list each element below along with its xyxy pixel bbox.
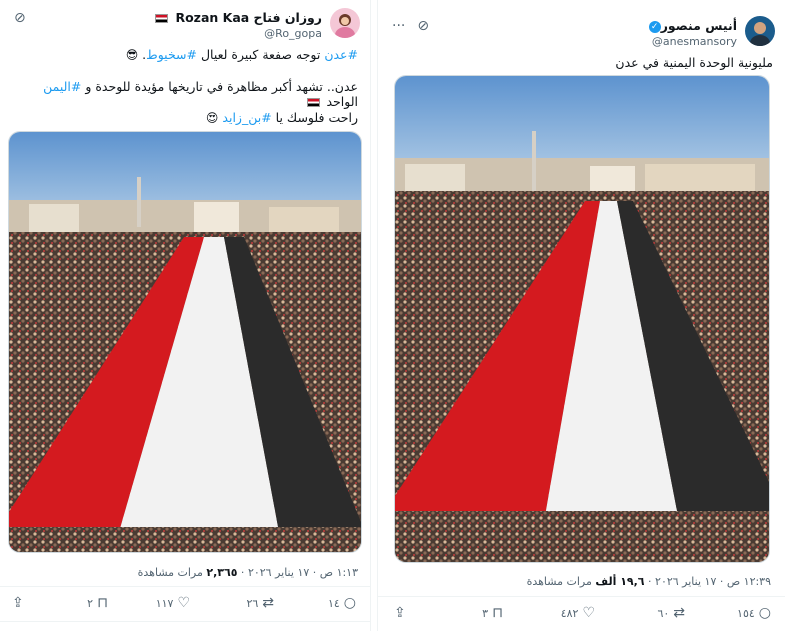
retweet-button[interactable]: ٦٠ ⇄ xyxy=(657,606,685,620)
reply-count: ١٤ xyxy=(327,596,340,610)
retweet-icon: ⇄ xyxy=(262,595,274,611)
text-span: عدن.. تشهد أكبر مظاهرة في تاريخها مؤيدة … xyxy=(81,79,358,94)
tweet-header: أنيس منصور✓ @anesmansory ··· ⊘ xyxy=(378,8,785,52)
tweet-header: روزان فتاح Rozan Kaa @Ro_gopa ⊘ xyxy=(0,0,370,44)
author-block[interactable]: أنيس منصور✓ @anesmansory xyxy=(646,18,737,48)
reply-button[interactable]: ١٤ ○ xyxy=(328,596,356,610)
handle[interactable]: @anesmansory xyxy=(646,35,737,48)
tweet-card-right[interactable]: أنيس منصور✓ @anesmansory ··· ⊘ مليونية ا… xyxy=(377,0,785,631)
like-count: ٤٨٢ xyxy=(560,606,579,620)
share-icon: ⇪ xyxy=(394,605,406,621)
hashtag[interactable]: #عدن xyxy=(324,47,358,62)
action-bar: ١٤ ○ ٢٦ ⇄ ١١٧ ♡ ٢ ⊓ ⇪ xyxy=(0,586,370,622)
heart-eyes-emoji: 😍 xyxy=(205,111,219,125)
views-label: مرات مشاهدة xyxy=(526,575,592,588)
handle[interactable]: @Ro_gopa xyxy=(152,27,322,40)
share-button[interactable]: ⇪ xyxy=(394,606,406,620)
retweet-button[interactable]: ٢٦ ⇄ xyxy=(246,596,274,610)
like-button[interactable]: ٤٨٢ ♡ xyxy=(561,606,595,620)
bookmark-count: ٣ xyxy=(482,606,489,620)
view-count: ١٩,٦ ألف xyxy=(595,575,645,588)
yemen-flag-icon xyxy=(155,14,169,23)
grok-icon[interactable]: ⊘ xyxy=(14,10,26,26)
verified-badge-icon: ✓ xyxy=(648,20,661,33)
text-span: الواحد xyxy=(326,94,358,109)
view-count: ٢,٣٦٥ xyxy=(206,566,238,579)
timestamp[interactable]: ١:١٣ ص · ١٧ يناير ٢٠٢٦ xyxy=(248,566,358,579)
reply-count: ١٥٤ xyxy=(737,606,755,620)
like-icon: ♡ xyxy=(582,605,595,621)
display-name[interactable]: روزان فتاح Rozan Kaa xyxy=(152,10,322,25)
bookmark-button[interactable]: ٣ ⊓ xyxy=(482,606,503,620)
tweet-text-line: عدن.. تشهد أكبر مظاهرة في تاريخها مؤيدة … xyxy=(0,79,370,109)
sunglasses-emoji: 😎 xyxy=(125,48,139,62)
text-span: راحت فلوسك يا xyxy=(271,110,358,125)
tweet-text-line: #عدن توجه صفعة كبيرة لعيال #سخيوط. 😎 xyxy=(125,47,358,62)
share-icon: ⇪ xyxy=(12,595,24,611)
bookmark-count: ٢ xyxy=(87,596,94,610)
display-name[interactable]: أنيس منصور✓ xyxy=(646,18,737,33)
retweet-icon: ⇄ xyxy=(673,605,685,621)
reply-icon: ○ xyxy=(758,605,771,621)
avatar[interactable] xyxy=(745,16,775,46)
avatar[interactable] xyxy=(330,8,360,38)
more-icon[interactable]: ··· xyxy=(392,18,405,34)
hashtag[interactable]: #اليمن xyxy=(43,79,81,94)
reply-button[interactable]: ١٥٤ ○ xyxy=(737,606,771,620)
tweet-photo[interactable] xyxy=(8,131,362,553)
action-bar: ١٥٤ ○ ٦٠ ⇄ ٤٨٢ ♡ ٣ ⊓ ⇪ xyxy=(378,596,785,631)
tweet-meta: ١:١٣ ص · ١٧ يناير ٢٠٢٦ · ٢,٣٦٥ مرات مشاه… xyxy=(137,566,358,579)
tweet-meta: ١٢:٣٩ ص · ١٧ يناير ٢٠٢٦ · ١٩,٦ ألف مرات … xyxy=(526,575,771,588)
author-block[interactable]: روزان فتاح Rozan Kaa @Ro_gopa xyxy=(152,10,322,40)
bookmark-button[interactable]: ٢ ⊓ xyxy=(87,596,108,610)
tweet-photo[interactable] xyxy=(394,75,770,563)
grok-icon[interactable]: ⊘ xyxy=(417,18,429,34)
reply-icon: ○ xyxy=(343,595,356,611)
like-icon: ♡ xyxy=(177,595,190,611)
share-button[interactable]: ⇪ xyxy=(12,596,24,610)
text-span: توجه صفعة كبيرة لعيال xyxy=(196,47,325,62)
hashtag[interactable]: #بن_زايد xyxy=(222,110,271,125)
tweet-text-line: راحت فلوسك يا #بن_زايد 😍 xyxy=(0,110,370,125)
tweet-text: مليونية الوحدة اليمنية في عدن xyxy=(615,55,773,70)
yemen-flag-icon xyxy=(306,98,320,107)
like-button[interactable]: ١١٧ ♡ xyxy=(156,596,190,610)
hashtag[interactable]: #سخيوط xyxy=(146,47,197,62)
views-label: مرات مشاهدة xyxy=(137,566,203,579)
like-count: ١١٧ xyxy=(155,596,174,610)
retweet-count: ٦٠ xyxy=(657,606,670,620)
bookmark-icon: ⊓ xyxy=(97,595,108,611)
bookmark-icon: ⊓ xyxy=(492,605,503,621)
retweet-count: ٢٦ xyxy=(246,596,259,610)
timestamp[interactable]: ١٢:٣٩ ص · ١٧ يناير ٢٠٢٦ xyxy=(655,575,771,588)
tweet-card-left[interactable]: روزان فتاح Rozan Kaa @Ro_gopa ⊘ #عدن توج… xyxy=(0,0,371,631)
